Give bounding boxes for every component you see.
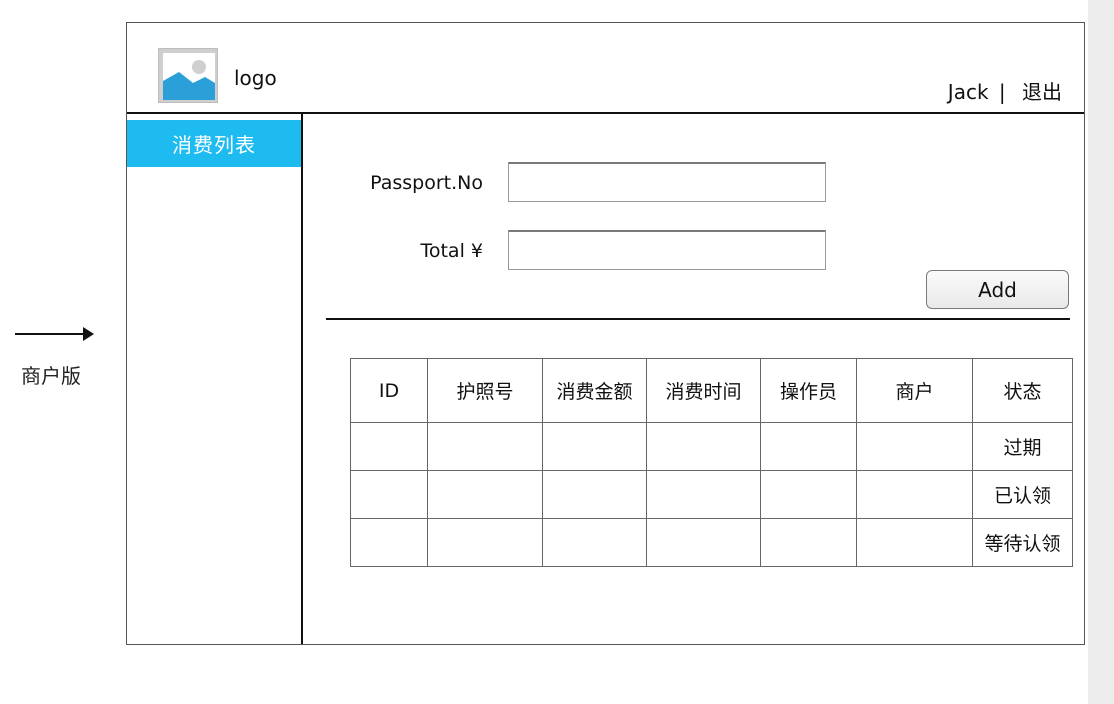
- cell-operator: [760, 518, 857, 567]
- sidebar: 消费列表: [127, 114, 303, 644]
- cell-passport: [427, 422, 543, 471]
- cell-status: 过期: [972, 422, 1073, 471]
- divider: [326, 318, 1070, 320]
- arrow-right-icon: [15, 327, 95, 341]
- total-input[interactable]: [508, 230, 826, 270]
- column-header-merchant[interactable]: 商户: [856, 358, 973, 423]
- annotation-label: 商户版: [21, 364, 81, 388]
- column-header-operator[interactable]: 操作员: [760, 358, 857, 423]
- cell-id: [350, 518, 428, 567]
- user-separator: |: [998, 80, 1006, 104]
- cell-id: [350, 422, 428, 471]
- total-label: Total ¥: [420, 240, 483, 262]
- table-header-row: ID 护照号 消费金额 消费时间 操作员 商户 状态: [350, 358, 1073, 423]
- cell-merchant: [856, 518, 973, 567]
- column-header-passport[interactable]: 护照号: [427, 358, 543, 423]
- add-button[interactable]: Add: [926, 270, 1069, 309]
- image-placeholder-icon: [158, 48, 218, 103]
- main-content: Passport.No Total ¥ Add ID 护照号 消费金额 消费时间…: [303, 114, 1084, 644]
- cell-amount: [542, 422, 647, 471]
- cell-merchant: [856, 470, 973, 519]
- logo-text: logo: [234, 66, 277, 90]
- scroll-gutter: [1088, 0, 1114, 704]
- passport-label: Passport.No: [370, 172, 483, 194]
- column-header-status[interactable]: 状态: [972, 358, 1073, 423]
- sidebar-item-consumption-list[interactable]: 消费列表: [127, 120, 301, 167]
- cell-merchant: [856, 422, 973, 471]
- cell-operator: [760, 422, 857, 471]
- table-row[interactable]: 等待认领: [350, 518, 1073, 567]
- user-menu: Jack | 退出: [948, 76, 1062, 105]
- logout-link[interactable]: 退出: [1022, 80, 1062, 104]
- cell-passport: [427, 470, 543, 519]
- column-header-id[interactable]: ID: [350, 358, 428, 423]
- column-header-amount[interactable]: 消费金额: [542, 358, 647, 423]
- passport-input[interactable]: [508, 162, 826, 202]
- cell-id: [350, 470, 428, 519]
- app-window: logo Jack | 退出 消费列表 Passport.No Total ¥ …: [126, 22, 1085, 645]
- table-row[interactable]: 过期: [350, 422, 1073, 471]
- header: logo Jack | 退出: [127, 23, 1084, 114]
- cell-status: 已认领: [972, 470, 1073, 519]
- consumption-table: ID 护照号 消费金额 消费时间 操作员 商户 状态 过期 已认领 等待认领: [350, 358, 1073, 567]
- cell-time: [646, 470, 761, 519]
- cell-passport: [427, 518, 543, 567]
- cell-operator: [760, 470, 857, 519]
- cell-time: [646, 518, 761, 567]
- column-header-time[interactable]: 消费时间: [646, 358, 761, 423]
- user-name: Jack: [947, 80, 989, 104]
- table-row[interactable]: 已认领: [350, 470, 1073, 519]
- cell-amount: [542, 470, 647, 519]
- cell-status: 等待认领: [972, 518, 1073, 567]
- cell-time: [646, 422, 761, 471]
- cell-amount: [542, 518, 647, 567]
